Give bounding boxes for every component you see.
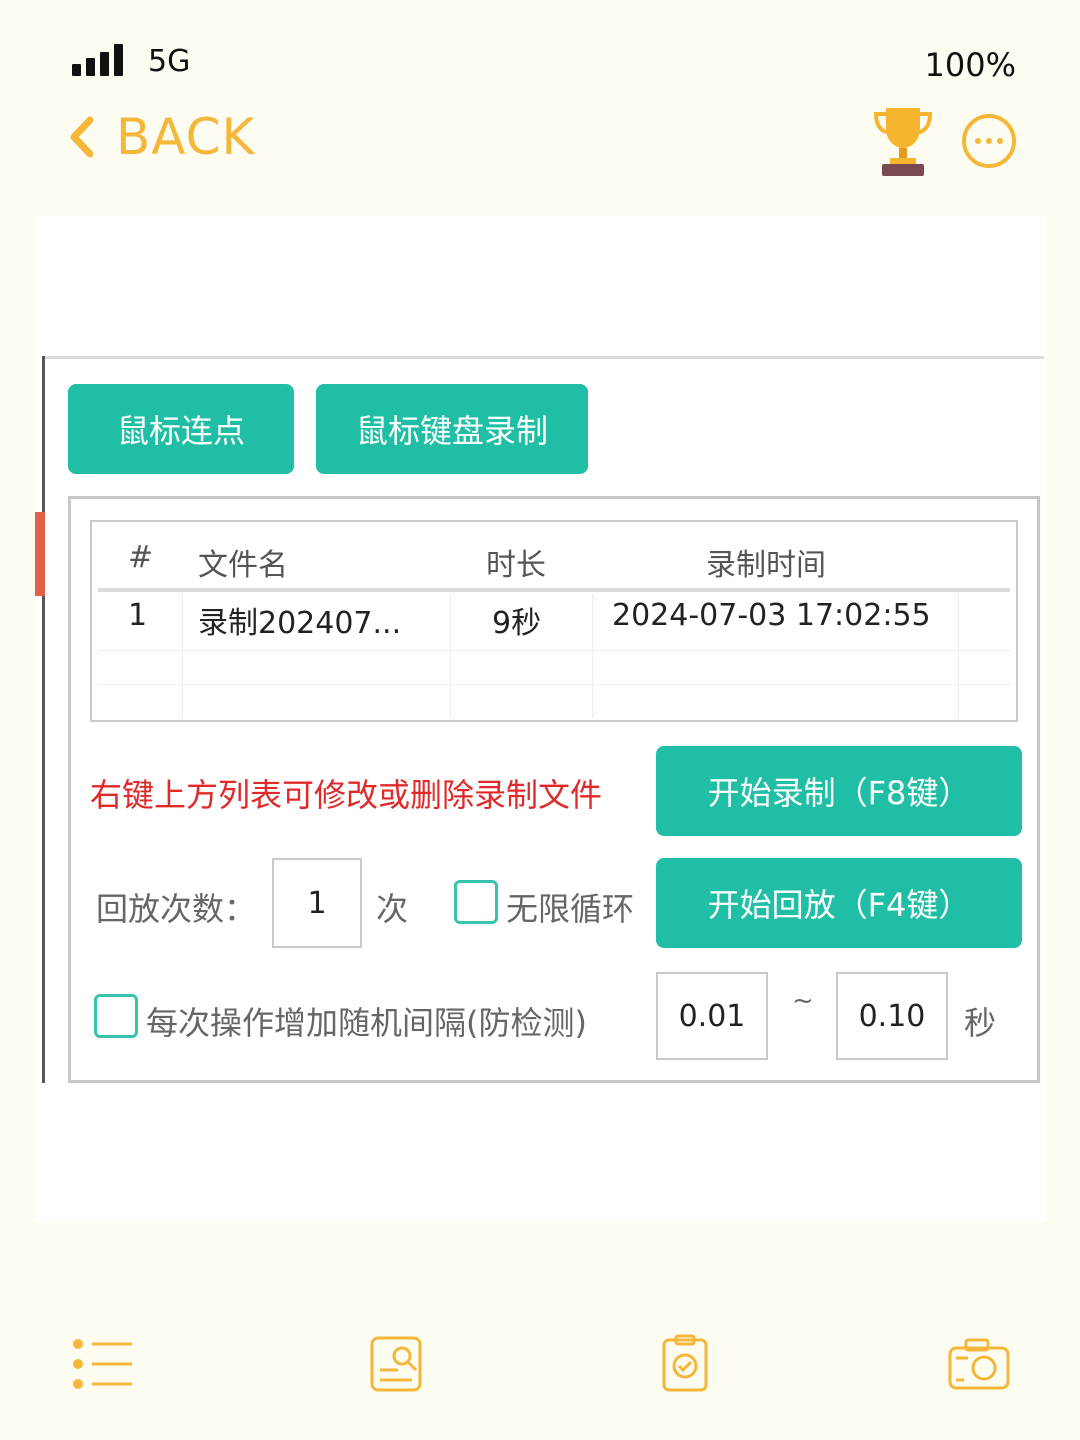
status-bar: 5G 100% (0, 0, 1080, 100)
header-index: # (128, 540, 154, 575)
interval-max-input[interactable]: 0.10 (836, 972, 948, 1060)
hint-text: 右键上方列表可修改或删除录制文件 (90, 776, 603, 814)
column-divider (958, 594, 959, 718)
side-tab-marker (35, 512, 45, 596)
infinite-loop-label: 无限循环 (506, 890, 635, 928)
interval-separator: ~ (792, 986, 814, 1016)
cell-record-time: 2024-07-03 17:02:55 (612, 598, 931, 633)
playback-count-unit: 次 (376, 890, 409, 928)
battery-level: 100% (924, 46, 1016, 84)
back-label: BACK (116, 108, 256, 166)
window-left-border (42, 356, 45, 1083)
row-divider (98, 650, 1010, 651)
column-divider (450, 594, 451, 718)
header-divider (98, 588, 1010, 592)
column-divider (182, 594, 183, 718)
nav-bar: BACK (0, 100, 1080, 190)
tab-mouse-click[interactable]: 鼠标连点 (68, 384, 294, 474)
camera-icon[interactable] (946, 1334, 1012, 1394)
signal-icon (72, 44, 123, 76)
recording-table[interactable]: # 文件名 时长 录制时间 1 录制202407... 9秒 2024-07-0… (90, 520, 1018, 722)
playback-count-input[interactable]: 1 (272, 858, 362, 948)
chevron-left-icon (70, 116, 94, 158)
cell-index: 1 (128, 598, 148, 633)
playback-count-label: 回放次数： (96, 890, 257, 928)
infinite-loop-checkbox[interactable] (454, 880, 498, 924)
list-icon[interactable] (70, 1334, 136, 1394)
network-type: 5G (148, 44, 191, 79)
more-icon[interactable] (962, 114, 1016, 168)
clipboard-check-icon[interactable] (652, 1334, 718, 1394)
search-document-icon[interactable] (364, 1334, 430, 1394)
start-playback-button[interactable]: 开始回放（F4键） (656, 858, 1022, 948)
header-filename: 文件名 (198, 548, 288, 583)
header-record-time: 录制时间 (706, 548, 826, 583)
random-interval-checkbox[interactable] (94, 994, 138, 1038)
tab-mouse-keyboard-record[interactable]: 鼠标键盘录制 (316, 384, 588, 474)
random-interval-label: 每次操作增加随机间隔(防检测) (146, 1004, 587, 1042)
row-divider (98, 684, 1010, 685)
interval-unit: 秒 (964, 1004, 997, 1042)
header-duration: 时长 (486, 548, 546, 583)
back-button[interactable]: BACK (62, 108, 255, 166)
start-record-button[interactable]: 开始录制（F8键） (656, 746, 1022, 836)
cell-duration: 9秒 (492, 606, 542, 641)
cell-filename: 录制202407... (198, 606, 402, 641)
trophy-icon[interactable] (872, 104, 934, 178)
window-top-border (44, 356, 1044, 359)
column-divider (592, 594, 593, 718)
interval-min-input[interactable]: 0.01 (656, 972, 768, 1060)
bottom-toolbar (0, 1320, 1080, 1420)
